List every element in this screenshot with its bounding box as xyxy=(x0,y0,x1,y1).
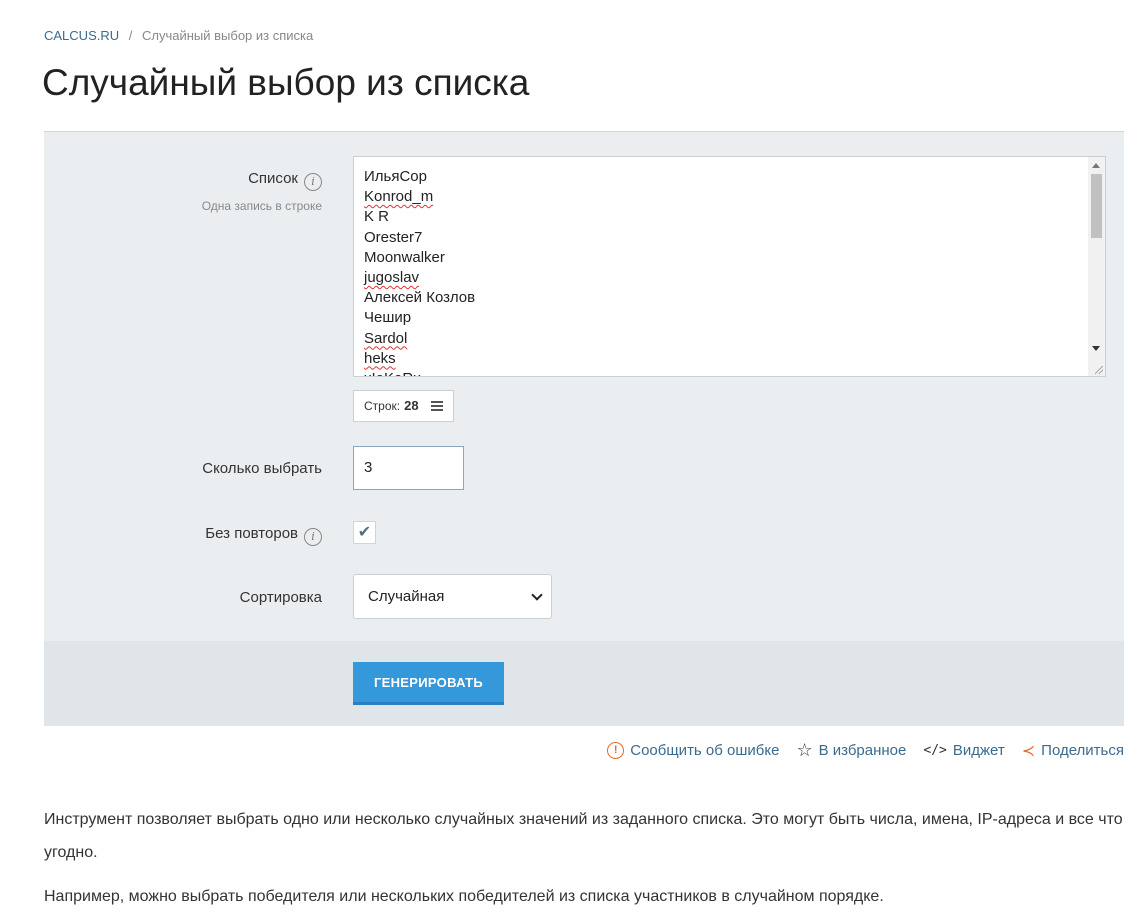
breadcrumb-home-link[interactable]: CALCUS.RU xyxy=(44,28,119,43)
code-icon: </> xyxy=(923,743,947,758)
generate-button[interactable]: ГЕНЕРИРОВАТЬ xyxy=(353,662,504,705)
list-line: Чешир xyxy=(364,309,412,327)
norepeat-label-text: Без повторов xyxy=(205,525,298,542)
widget-link[interactable]: </> Виджет xyxy=(923,740,1004,761)
list-textarea[interactable]: ИльяCop Konrod_m K R Orester7 Moonwalker… xyxy=(353,156,1106,377)
calculator-footer xyxy=(44,641,1124,726)
description-paragraph: Инструмент позволяет выбрать одно или не… xyxy=(44,811,1123,861)
star-icon: ☆ xyxy=(796,740,813,760)
info-icon[interactable]: i xyxy=(304,528,322,546)
norepeat-label: Без повторов i xyxy=(205,525,322,546)
favorite-link[interactable]: ☆ В избранное xyxy=(796,740,906,761)
resize-handle-icon[interactable] xyxy=(1095,366,1103,374)
share-link[interactable]: ≺ Поделиться xyxy=(1022,740,1124,761)
scroll-down-icon[interactable] xyxy=(1092,346,1100,351)
breadcrumb-separator: / xyxy=(128,28,133,43)
count-label: Сколько выбрать xyxy=(202,460,322,477)
calculator-panel: Список i Одна запись в строке ИльяCop Kon… xyxy=(44,131,1124,726)
count-input[interactable]: 3 xyxy=(353,446,464,490)
list-lines: ИльяCop Konrod_m K R Orester7 Moonwalker… xyxy=(354,157,1105,376)
sort-label: Сортировка xyxy=(239,589,322,606)
favorite-text: В избранное xyxy=(818,742,907,759)
list-line: K R xyxy=(364,208,390,226)
alert-icon: ! xyxy=(607,742,625,759)
rows-counter-value: 28 xyxy=(404,398,419,413)
scroll-thumb[interactable] xyxy=(1091,174,1102,238)
breadcrumb: CALCUS.RU / Случайный выбор из списка xyxy=(44,28,313,43)
checkmark-icon: ✔ xyxy=(357,524,372,541)
share-icon: ≺ xyxy=(1021,742,1036,760)
norepeat-checkbox[interactable]: ✔ xyxy=(353,521,376,544)
description-paragraph: Например, можно выбрать победителя или н… xyxy=(44,888,884,905)
sort-select-value: Случайная xyxy=(368,588,445,605)
list-label: Список i xyxy=(248,170,322,191)
action-links: ! Сообщить об ошибке ☆ В избранное </> В… xyxy=(607,740,1124,761)
list-line: ИльяCop xyxy=(364,168,427,185)
list-scrollbar[interactable] xyxy=(1088,157,1105,376)
list-line: Orester7 xyxy=(364,228,423,246)
menu-icon xyxy=(430,399,443,414)
info-icon[interactable]: i xyxy=(304,173,322,191)
list-line: Алексей Козлов xyxy=(364,289,476,307)
scroll-up-icon[interactable] xyxy=(1092,163,1100,168)
chevron-down-icon xyxy=(531,589,543,601)
rows-counter-label: Строк: xyxy=(364,399,401,413)
list-line: xIeKeRx xyxy=(364,369,1105,376)
report-error-link[interactable]: ! Сообщить об ошибке xyxy=(607,740,779,761)
widget-text: Виджет xyxy=(952,742,1005,759)
page-title: Случайный выбор из списка xyxy=(42,62,530,103)
report-error-text: Сообщить об ошибке xyxy=(630,742,780,759)
sort-select[interactable]: Случайная xyxy=(353,574,552,619)
list-line: Moonwalker xyxy=(364,248,445,266)
list-label-text: Список xyxy=(248,170,298,187)
list-hint: Одна запись в строке xyxy=(201,199,322,213)
breadcrumb-current: Случайный выбор из списка xyxy=(142,28,314,43)
share-text: Поделиться xyxy=(1041,742,1124,759)
list-line: heks xyxy=(364,349,396,367)
list-line: Konrod_m xyxy=(364,188,434,206)
list-line: Sardol xyxy=(364,329,408,347)
list-line: jugoslav xyxy=(364,268,420,286)
rows-counter[interactable]: Строк: 28 xyxy=(353,390,454,422)
